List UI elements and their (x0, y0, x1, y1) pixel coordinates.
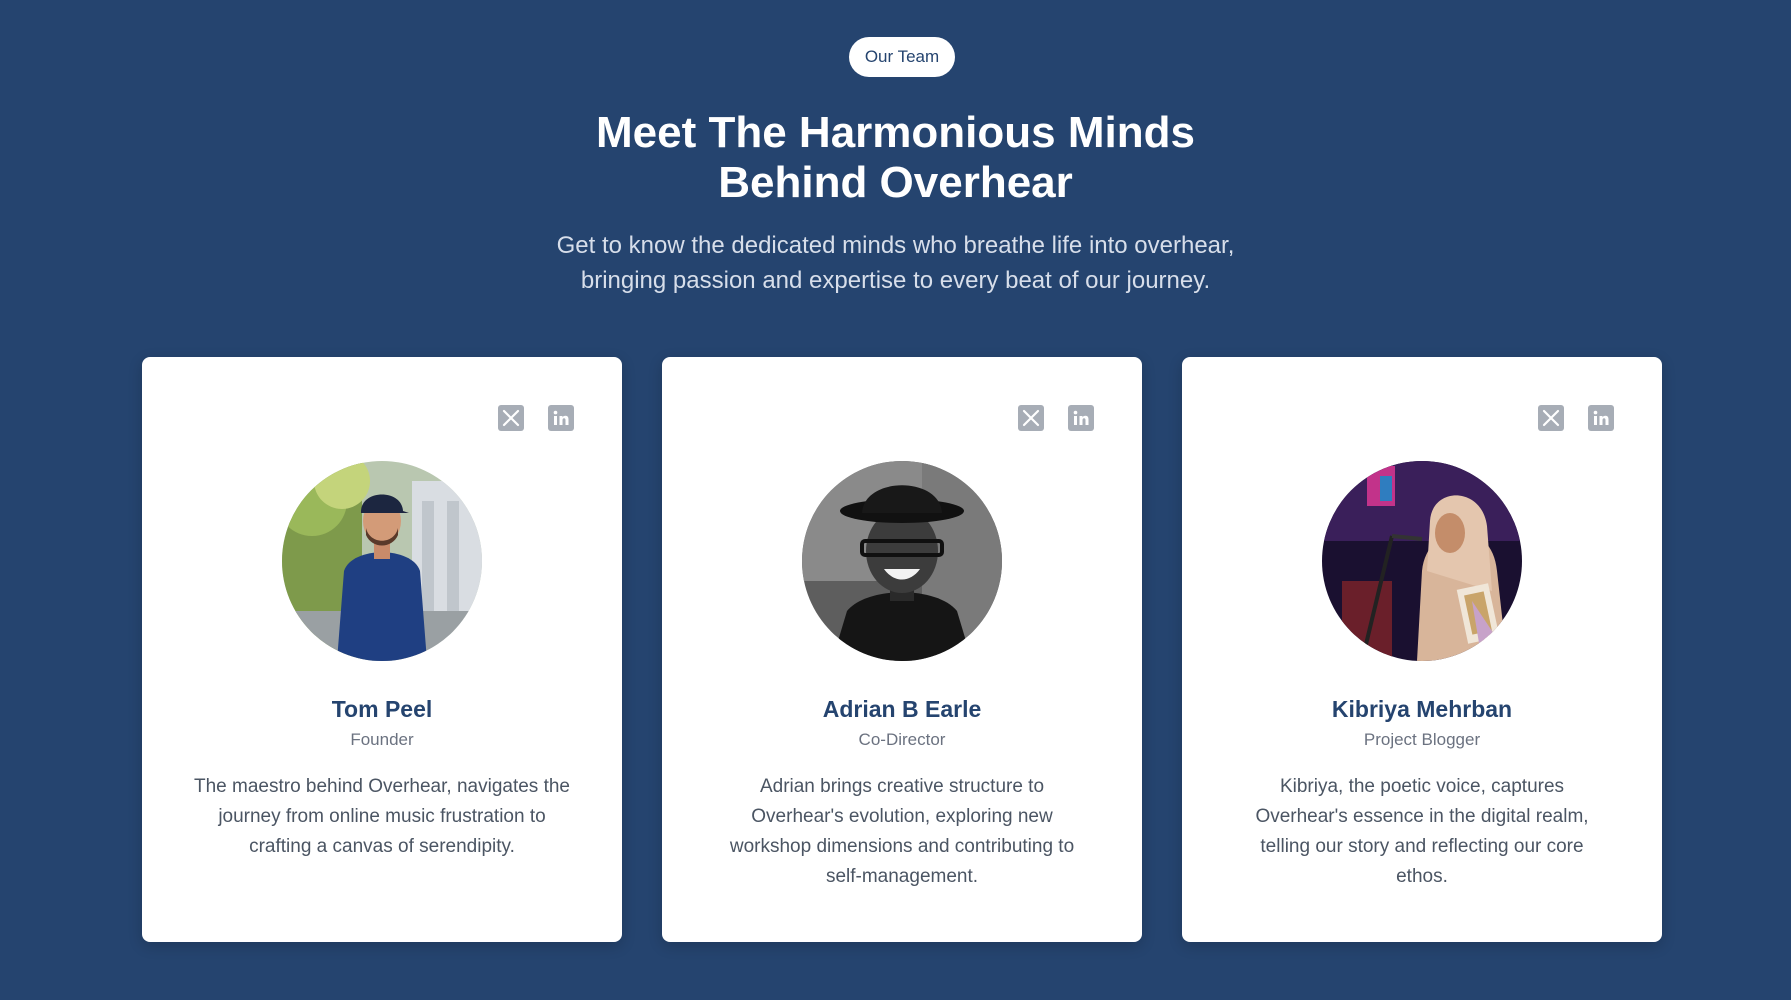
linkedin-icon[interactable] (1068, 405, 1094, 431)
social-links (1538, 405, 1614, 431)
member-name: Kibriya Mehrban (1331, 696, 1513, 722)
subtitle-line-1: Get to know the dedicated minds who brea… (556, 232, 1235, 259)
team-card-adrian-b-earle: Adrian B Earle Co-Director Adrian brings… (662, 357, 1142, 942)
linkedin-icon[interactable] (548, 405, 574, 431)
x-icon[interactable] (498, 405, 524, 431)
social-links (1018, 405, 1094, 431)
member-bio: Kibriya, the poetic voice, captures Over… (1255, 776, 1589, 887)
avatar (1322, 461, 1522, 661)
x-icon[interactable] (1538, 405, 1564, 431)
subtitle-line-2: bringing passion and expertise to every … (580, 267, 1211, 294)
member-role: Founder (350, 730, 414, 749)
member-role: Project Blogger (1363, 730, 1481, 749)
avatar (802, 461, 1002, 661)
team-card-kibriya-mehrban: Kibriya Mehrban Project Blogger Kibriya,… (1182, 357, 1662, 942)
member-bio: The maestro behind Overhear, navigates t… (193, 776, 570, 857)
heading-line-1: Meet The Harmonious Minds (596, 108, 1195, 157)
member-name: Tom Peel (331, 696, 433, 722)
section-subtitle: Get to know the dedicated minds who brea… (0, 228, 1791, 298)
member-bio: Adrian brings creative structure to Over… (729, 776, 1075, 887)
x-icon[interactable] (1018, 405, 1044, 431)
team-card-tom-peel: Tom Peel Founder The maestro behind Over… (142, 357, 622, 942)
member-role: Co-Director (858, 730, 946, 749)
social-links (498, 405, 574, 431)
member-name: Adrian B Earle (822, 696, 982, 722)
section-heading: Meet The Harmonious Minds Behind Overhea… (0, 108, 1791, 208)
avatar (282, 461, 482, 661)
team-cards: Tom Peel Founder The maestro behind Over… (142, 357, 1662, 942)
linkedin-icon[interactable] (1588, 405, 1614, 431)
heading-line-2: Behind Overhear (718, 158, 1073, 207)
our-team-badge: Our Team (849, 37, 955, 77)
